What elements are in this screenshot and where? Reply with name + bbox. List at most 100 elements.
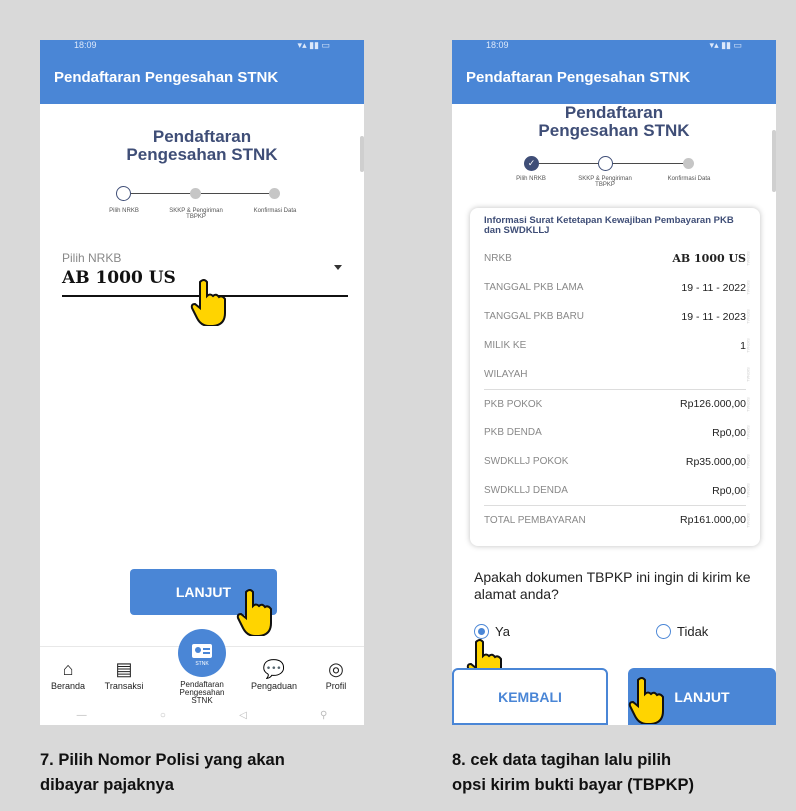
row-label: TOTAL PEMBAYARAN — [484, 514, 586, 526]
nav-complaints-label: Pengaduan — [250, 681, 298, 691]
status-icons: ▾▴ ▮▮ ▭ — [297, 40, 330, 50]
back-button[interactable]: KEMBALI — [452, 668, 608, 725]
billing-info-card: Informasi Surat Ketetapan Kewajiban Pemb… — [470, 208, 760, 546]
page-title: Pendaftaran Pengesahan STNK — [40, 128, 364, 164]
nav-stnk-button[interactable]: STNK — [178, 629, 226, 677]
step-2-current — [598, 156, 613, 171]
page-title-line1: Pendaftaran — [564, 103, 664, 122]
card-title: Informasi Surat Ketetapan Kewajiban Pemb… — [484, 215, 734, 236]
system-nav-bar: — ○ ◁ ⚲ — [40, 706, 364, 725]
back-icon[interactable]: ◁ — [239, 710, 247, 721]
radio-yes-indicator[interactable] — [474, 624, 489, 639]
next-button-label: LANJUT — [175, 584, 232, 600]
stepper: ✓ Pilih NRKB SKKP & Pengiriman TBPKP Kon… — [452, 156, 776, 196]
radio-yes-label: Ya — [495, 624, 510, 639]
nav-complaints[interactable]: 💬 Pengaduan — [246, 657, 302, 691]
step-3-label: Konfirmasi Data — [253, 208, 297, 214]
status-icons: ▾▴ ▮▮ ▭ — [709, 40, 742, 50]
bottom-navigation: ⌂ Beranda ▤ Transaksi STNK Pendaftaran P… — [40, 629, 364, 706]
delivery-question: Apakah dokumen TBPKP ini ingin di kirim … — [474, 569, 751, 602]
info-row-old-date: TANGGAL PKB LAMA 19 - 11 - 2022 SIGNAL — [484, 273, 751, 302]
step-1-label: Pilih NRKB — [109, 208, 139, 214]
radio-no-label: Tidak — [677, 624, 709, 639]
accessibility-icon[interactable]: ⚲ — [320, 710, 327, 721]
stepper-line — [131, 193, 275, 194]
row-label: PKB DENDA — [484, 427, 542, 438]
nav-transactions[interactable]: ▤ Transaksi — [96, 657, 152, 691]
info-row-swdkllj-penalty: SWDKLLJ DENDA Rp0,00 SIGNAL — [484, 476, 751, 505]
home-icon: ⌂ — [62, 659, 74, 679]
watermark: SIGNAL — [746, 396, 752, 412]
back-button-label: KEMBALI — [498, 688, 562, 705]
step-2-pending — [190, 188, 201, 199]
watermark: SIGNAL — [746, 454, 752, 469]
status-time: 18:09 — [486, 40, 509, 50]
stepper-line — [539, 163, 689, 164]
pointing-hand-icon — [628, 677, 664, 724]
nav-home[interactable]: ⌂ Beranda — [40, 657, 96, 691]
app-bar-title: Pendaftaran Pengesahan STNK — [466, 68, 691, 86]
page-title-line1: Pendaftaran — [152, 127, 252, 146]
caption-line: opsi kirim bukti bayar (TBPKP) — [452, 776, 695, 794]
caption-line: dibayar pajaknya — [40, 776, 174, 794]
step-3-label: Konfirmasi Data — [667, 176, 711, 182]
caption-line: 7. Pilih Nomor Polisi yang akan — [40, 751, 285, 769]
radio-no-indicator[interactable] — [656, 624, 671, 639]
stepper: Pilih NRKB SKKP & Pengiriman TBPKP Konfi… — [40, 186, 364, 226]
phone-screen-1: 18:09 ▾▴ ▮▮ ▭ Pendaftaran Pengesahan STN… — [40, 40, 364, 725]
info-row-pkb-penalty: PKB DENDA Rp0,00 SIGNAL — [484, 418, 751, 447]
info-row-nrkb: NRKB AB 1000 US SIGNAL — [484, 244, 751, 273]
nav-stnk-badge: STNK — [195, 661, 209, 667]
page-title-line2: Pengesahan STNK — [538, 121, 690, 140]
radio-no[interactable]: Tidak — [656, 624, 708, 639]
watermark: SIGNAL — [746, 512, 752, 528]
pointing-hand-icon — [190, 279, 226, 326]
info-row-new-date: TANGGAL PKB BARU 19 - 11 - 2023 SIGNAL — [484, 302, 751, 331]
row-value: Rp0,00 — [712, 484, 746, 497]
info-row-swdkllj-principal: SWDKLLJ POKOK Rp35.000,00 SIGNAL — [484, 447, 751, 476]
radio-yes[interactable]: Ya — [474, 624, 510, 639]
app-bar: Pendaftaran Pengesahan STNK — [40, 50, 364, 104]
app-bar-title: Pendaftaran Pengesahan STNK — [54, 68, 279, 86]
caption-line: 8. cek data tagihan lalu pilih — [452, 751, 672, 769]
row-label: TANGGAL PKB LAMA — [484, 282, 584, 293]
chevron-down-icon[interactable] — [334, 265, 342, 270]
home-circle-icon[interactable]: ○ — [160, 710, 166, 721]
nav-home-label: Beranda — [50, 681, 86, 691]
row-value: AB 1000 US — [672, 252, 746, 265]
recents-icon[interactable]: — — [77, 710, 87, 721]
step-2-label: SKKP & Pengiriman TBPKP — [578, 176, 632, 188]
next-button-label: LANJUT — [674, 688, 730, 705]
watermark: SIGNAL — [746, 338, 752, 353]
watermark: SIGNAL — [746, 309, 752, 324]
nav-profile[interactable]: ◎ Profil — [308, 657, 364, 691]
caption-step-8: 8. cek data tagihan lalu pilih opsi kiri… — [452, 748, 694, 798]
row-label: SWDKLLJ POKOK — [484, 456, 569, 467]
profile-icon: ◎ — [328, 659, 344, 679]
watermark: SIGNAL — [746, 280, 752, 295]
app-bar: Pendaftaran Pengesahan STNK — [452, 50, 776, 104]
step-3-pending — [269, 188, 280, 199]
chat-bubble-icon: 💬 — [262, 659, 286, 679]
row-value: Rp126.000,00 — [680, 398, 746, 410]
row-value: 19 - 11 - 2023 — [681, 310, 746, 323]
status-time: 18:09 — [74, 40, 97, 50]
info-row-region: WILAYAH SIGNAL — [484, 360, 751, 389]
row-label: MILIK KE — [484, 340, 527, 351]
caption-step-7: 7. Pilih Nomor Polisi yang akan dibayar … — [40, 748, 285, 798]
row-label: NRKB — [484, 253, 512, 264]
info-row-total: TOTAL PEMBAYARAN Rp161.000,00 SIGNAL — [484, 505, 751, 534]
nrkb-dropdown-label: Pilih NRKB — [62, 251, 122, 265]
watermark: SIGNAL — [746, 425, 752, 440]
page-title-line2: Pengesahan STNK — [126, 145, 278, 164]
step-1-current — [116, 186, 131, 201]
row-value: 19 - 11 - 2022 — [681, 281, 746, 294]
step-1-label: Pilih NRKB — [516, 176, 546, 182]
nav-profile-label: Profil — [325, 681, 347, 691]
row-label: TANGGAL PKB BARU — [484, 311, 585, 322]
pointing-hand-icon — [236, 589, 272, 636]
info-row-owner: MILIK KE 1 SIGNAL — [484, 331, 751, 360]
row-label: PKB POKOK — [484, 398, 543, 410]
id-card-icon: STNK — [192, 644, 212, 667]
row-value: Rp35.000,00 — [685, 455, 746, 468]
